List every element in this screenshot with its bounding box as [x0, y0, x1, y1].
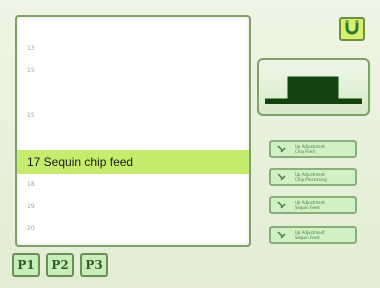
list-item[interactable]: 15	[17, 109, 249, 121]
wrench-icon	[277, 172, 289, 182]
page-button-p3[interactable]: P3	[80, 253, 108, 277]
adjust-button-label: Up Adjustment Chip Processing	[295, 172, 327, 182]
adjust-button-label: Up Adjustment Chip Feed	[295, 144, 325, 154]
list-item[interactable]: 13	[17, 42, 249, 54]
adjust-sequin-feed-button[interactable]: Up Adjustment Sequin Feed	[269, 226, 357, 244]
wrench-icon	[277, 144, 289, 154]
list-item[interactable]: 15	[17, 64, 249, 76]
adjust-button-label: Up Adjustment Sequin Feed	[295, 230, 325, 240]
adjust-button-label: Up Adjustment Sequin Feed	[295, 200, 325, 210]
selected-list-item[interactable]: 17 Sequin chip feed	[17, 150, 249, 174]
page-selector: P1 P2 P3	[12, 253, 108, 277]
list-item[interactable]: 19	[17, 200, 249, 212]
page-button-p1[interactable]: P1	[12, 253, 40, 277]
wrench-icon	[277, 230, 289, 240]
list-item-number: 15	[27, 67, 35, 74]
wrench-icon	[277, 200, 289, 210]
page-button-p2[interactable]: P2	[46, 253, 74, 277]
list-item[interactable]: 18	[17, 178, 249, 190]
item-list[interactable]: 13 15 15 17 Sequin chip feed 18 19 20	[15, 15, 251, 247]
adjust-chip-processing-button[interactable]: Up Adjustment Chip Processing	[269, 168, 357, 186]
pulse-waveform-icon	[259, 76, 368, 118]
list-item[interactable]: 20	[17, 222, 249, 234]
magnet-button[interactable]	[339, 17, 365, 41]
screen: 13 15 15 17 Sequin chip feed 18 19 20 P1…	[0, 0, 380, 288]
magnet-icon	[343, 18, 361, 41]
list-item-number: 19	[27, 203, 35, 210]
list-item-number: 13	[27, 45, 35, 52]
list-item-number: 15	[27, 112, 35, 119]
list-item-number: 20	[27, 225, 35, 232]
adjust-chip-feed-button[interactable]: Up Adjustment Chip Feed	[269, 140, 357, 158]
adjust-sequin-feed-button[interactable]: Up Adjustment Sequin Feed	[269, 196, 357, 214]
waveform-display	[257, 58, 370, 116]
list-item-number: 18	[27, 181, 35, 188]
